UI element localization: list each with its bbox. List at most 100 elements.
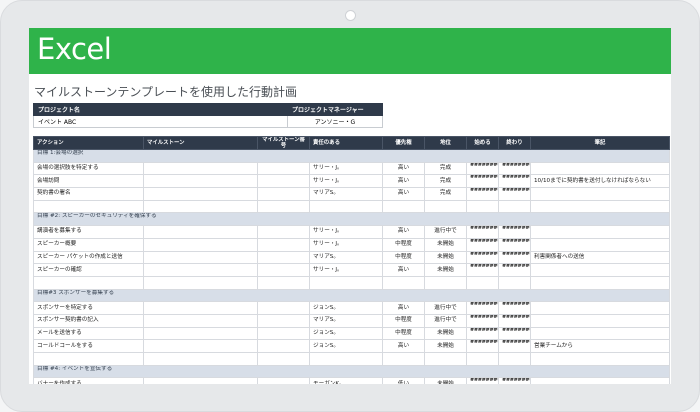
- milestone-number-cell[interactable]: [257, 250, 310, 265]
- responsible-cell[interactable]: ジョンS。: [309, 301, 383, 315]
- action-cell[interactable]: スポンサー契約書の記入: [33, 313, 144, 328]
- end-date-cell[interactable]: ########: [498, 225, 531, 239]
- end-date-cell[interactable]: ########: [498, 313, 531, 328]
- empty-cell[interactable]: [498, 352, 531, 366]
- notes-cell[interactable]: [530, 263, 670, 277]
- responsible-cell[interactable]: サリー・J。: [309, 237, 383, 252]
- responsible-cell[interactable]: モーガンK。: [309, 377, 383, 384]
- end-date-cell[interactable]: ########: [498, 250, 531, 265]
- action-cell[interactable]: スピーカー概要: [33, 237, 144, 252]
- milestone-number-cell[interactable]: [257, 301, 310, 315]
- action-cell[interactable]: 講演者を募集する: [33, 225, 144, 239]
- milestone-cell[interactable]: [143, 237, 258, 252]
- start-date-cell[interactable]: ########: [466, 326, 499, 341]
- responsible-cell[interactable]: ジョンS。: [309, 326, 383, 341]
- start-date-cell[interactable]: ########: [466, 237, 499, 252]
- milestone-cell[interactable]: [143, 263, 258, 277]
- empty-cell[interactable]: [257, 275, 310, 290]
- end-date-cell[interactable]: ########: [498, 263, 531, 277]
- milestone-cell[interactable]: [143, 339, 258, 353]
- start-date-cell[interactable]: ########: [466, 174, 499, 189]
- responsible-cell[interactable]: サリー・J。: [309, 263, 383, 277]
- empty-cell[interactable]: [309, 199, 383, 214]
- start-date-cell[interactable]: ########: [466, 263, 499, 277]
- empty-cell[interactable]: [466, 275, 499, 290]
- goal-label[interactable]: 目標#3 スポンサーを募集する: [33, 288, 670, 303]
- goal-label[interactable]: 目標 #2: スピーカーのセキュリティを確保する: [33, 212, 670, 227]
- action-cell[interactable]: スピーカー パケットの作成と送信: [33, 250, 144, 265]
- empty-cell[interactable]: [382, 352, 425, 366]
- milestone-number-cell[interactable]: [257, 377, 310, 384]
- status-cell[interactable]: 未開始: [424, 263, 467, 277]
- status-cell[interactable]: 進行中で: [424, 313, 467, 328]
- empty-cell[interactable]: [498, 275, 531, 290]
- notes-cell[interactable]: 10/10までに契約書を送付しなければならない: [530, 174, 670, 189]
- status-cell[interactable]: 進行中で: [424, 225, 467, 239]
- responsible-cell[interactable]: サリー・J。: [309, 174, 383, 189]
- empty-cell[interactable]: [382, 275, 425, 290]
- priority-cell[interactable]: 高い: [382, 161, 425, 176]
- empty-cell[interactable]: [530, 275, 670, 290]
- responsible-cell[interactable]: マリアS。: [309, 313, 383, 328]
- empty-cell[interactable]: [530, 352, 670, 366]
- action-cell[interactable]: スピーカーの確認: [33, 263, 144, 277]
- end-date-cell[interactable]: ########: [498, 339, 531, 353]
- milestone-cell[interactable]: [143, 301, 258, 315]
- empty-cell[interactable]: [143, 199, 258, 214]
- status-cell[interactable]: 完成: [424, 174, 467, 189]
- empty-cell[interactable]: [530, 199, 670, 214]
- end-date-cell[interactable]: ########: [498, 301, 531, 315]
- action-cell[interactable]: 会場訪問: [33, 174, 144, 189]
- milestone-number-cell[interactable]: [257, 187, 310, 201]
- milestone-cell[interactable]: [143, 250, 258, 265]
- start-date-cell[interactable]: ########: [466, 161, 499, 176]
- milestone-number-cell[interactable]: [257, 339, 310, 353]
- start-date-cell[interactable]: ########: [466, 187, 499, 201]
- empty-cell[interactable]: [257, 199, 310, 214]
- empty-cell[interactable]: [257, 352, 310, 366]
- start-date-cell[interactable]: ########: [466, 339, 499, 353]
- empty-cell[interactable]: [33, 352, 144, 366]
- milestone-cell[interactable]: [143, 326, 258, 341]
- notes-cell[interactable]: [530, 313, 670, 328]
- responsible-cell[interactable]: マリアS。: [309, 187, 383, 201]
- project-name-cell[interactable]: イベント ABC: [33, 115, 288, 128]
- start-date-cell[interactable]: ########: [466, 313, 499, 328]
- empty-cell[interactable]: [466, 199, 499, 214]
- priority-cell[interactable]: 低い: [382, 377, 425, 384]
- milestone-number-cell[interactable]: [257, 263, 310, 277]
- milestone-cell[interactable]: [143, 377, 258, 384]
- notes-cell[interactable]: [530, 225, 670, 239]
- responsible-cell[interactable]: ジョンS。: [309, 339, 383, 353]
- priority-cell[interactable]: 中程度: [382, 313, 425, 328]
- status-cell[interactable]: 完成: [424, 187, 467, 201]
- milestone-number-cell[interactable]: [257, 326, 310, 341]
- end-date-cell[interactable]: ########: [498, 174, 531, 189]
- milestone-cell[interactable]: [143, 174, 258, 189]
- milestone-cell[interactable]: [143, 225, 258, 239]
- notes-cell[interactable]: [530, 161, 670, 176]
- milestone-number-cell[interactable]: [257, 237, 310, 252]
- priority-cell[interactable]: 高い: [382, 187, 425, 201]
- end-date-cell[interactable]: ########: [498, 161, 531, 176]
- status-cell[interactable]: 未開始: [424, 326, 467, 341]
- responsible-cell[interactable]: サリー・J。: [309, 225, 383, 239]
- status-cell[interactable]: 未開始: [424, 377, 467, 384]
- status-cell[interactable]: 未開始: [424, 339, 467, 353]
- end-date-cell[interactable]: ########: [498, 377, 531, 384]
- empty-cell[interactable]: [309, 275, 383, 290]
- priority-cell[interactable]: 高い: [382, 225, 425, 239]
- start-date-cell[interactable]: ########: [466, 301, 499, 315]
- start-date-cell[interactable]: ########: [466, 225, 499, 239]
- status-cell[interactable]: 未開始: [424, 237, 467, 252]
- empty-cell[interactable]: [424, 275, 467, 290]
- empty-cell[interactable]: [382, 199, 425, 214]
- empty-cell[interactable]: [143, 275, 258, 290]
- empty-cell[interactable]: [33, 199, 144, 214]
- status-cell[interactable]: 完成: [424, 161, 467, 176]
- milestone-cell[interactable]: [143, 161, 258, 176]
- notes-cell[interactable]: [530, 377, 670, 384]
- milestone-cell[interactable]: [143, 187, 258, 201]
- status-cell[interactable]: 未開始: [424, 250, 467, 265]
- milestone-number-cell[interactable]: [257, 174, 310, 189]
